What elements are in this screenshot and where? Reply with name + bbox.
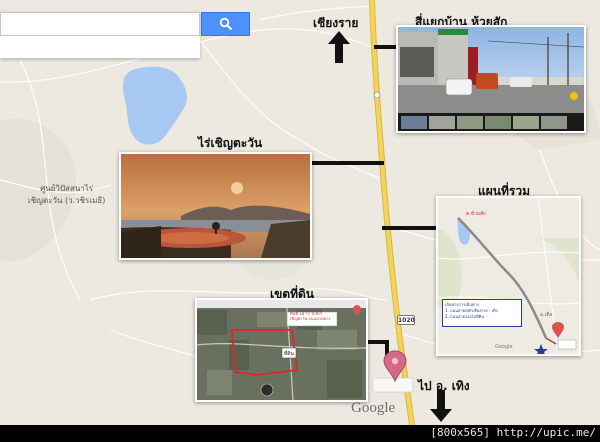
land-plot-label: ที่ดิน: [284, 351, 294, 357]
location-pin-icon[interactable]: [383, 350, 407, 382]
inset-place-right: อ.เทิง: [540, 312, 553, 318]
arrow-up-icon: [328, 31, 350, 63]
route-number-badge: 1020: [397, 315, 415, 325]
arrow-down-icon: [430, 390, 452, 422]
map-canvas[interactable]: ศูนย์วิปัสสนาไร่ เชิญตะวัน (ว.วชิรเมธี) …: [0, 0, 600, 425]
land-satellite-map[interactable]: พื้นที่ 18 ไร่ ใกล้ไร่ เชิญตะวัน ถนนลาดย…: [195, 298, 368, 402]
inset-legend: เส้นทางการเดินทาง 1. ถนนสายหลักเชียงราย …: [442, 299, 522, 327]
land-popup: พื้นที่ 18 ไร่ ใกล้ไร่ เชิญตะวัน ถนนลาดย…: [290, 311, 330, 321]
google-logo: Google: [351, 400, 396, 416]
sunset-scene: [121, 154, 310, 258]
search-suggestions[interactable]: [0, 36, 200, 58]
meditation-center-label: ศูนย์วิปัสสนาไร่ เชิญตะวัน (ว.วชิรเมธี): [28, 183, 105, 207]
overview-inset-map[interactable]: ต.ห้วยสัก อ.เทิง Google: [436, 196, 581, 356]
inset-google-logo: Google: [495, 344, 513, 350]
farm-sunset-photo[interactable]: [119, 152, 312, 260]
land-popup-line2: เชิญตะวัน ถนนลาดยาง: [290, 316, 331, 321]
meditation-center-line2: เชิญตะวัน (ว.วชิรเมธี): [28, 196, 106, 205]
meditation-center-line1: ศูนย์วิปัสสนาไร่: [40, 184, 94, 193]
street-scene: [398, 27, 584, 131]
inset-place-top: ต.ห้วยสัก: [466, 211, 486, 217]
satellite-graphic: [197, 300, 366, 400]
lake: [122, 66, 187, 145]
legend-item-2: 2. ถนนสายรองไปที่ดิน: [445, 314, 485, 319]
search-icon: [219, 17, 232, 31]
search-input[interactable]: [0, 12, 200, 36]
search-button[interactable]: [201, 12, 250, 36]
overview-map-graphic: [438, 198, 579, 354]
street-view-photo[interactable]: [396, 25, 586, 133]
label-farm: ไร่เชิญตะวัน: [198, 136, 263, 150]
footer-watermark[interactable]: [800x565] http://upic.me/: [430, 426, 596, 439]
